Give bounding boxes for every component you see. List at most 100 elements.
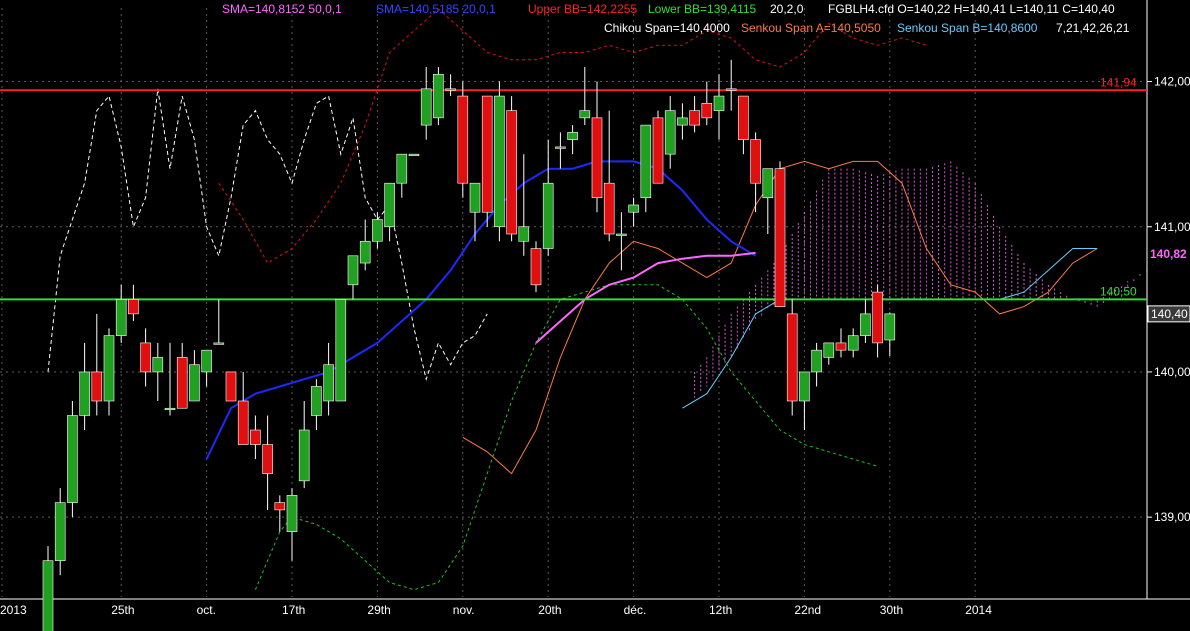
candle-body: [542, 182, 554, 249]
candle-body: [140, 342, 151, 373]
chart-window: 141,94 140,50 142,00 141,00 140,00 139,00 140…: [0, 0, 1190, 631]
ohlc-legend: FGBLH4.cfd O=140,22 H=140,41 L=140,11 C=…: [828, 2, 1115, 16]
x-tick-label: 30th: [880, 603, 903, 617]
candle-body: [201, 349, 212, 373]
x-tick-label: 22nd: [794, 603, 821, 617]
sma20-legend: SMA=140,5185 20,0,1: [376, 2, 496, 16]
candle-body: [823, 342, 835, 358]
candle-body: [286, 495, 298, 532]
sma50-price-label: 140,82: [1150, 247, 1187, 261]
candle-body: [689, 110, 700, 126]
x-tick-label: nov.: [453, 603, 475, 617]
level-label: 140,50: [1100, 284, 1137, 298]
candle-body: [469, 182, 481, 213]
candle-body: [579, 110, 591, 119]
candle-body: [54, 502, 66, 562]
sma50-legend: SMA=140,8152 50,0,1: [222, 2, 342, 16]
candle-body: [664, 110, 676, 155]
level-label: 141,94: [1100, 75, 1137, 89]
candlestick-chart: 141,94 140,50 142,00 141,00 140,00 139,00 140…: [0, 0, 1190, 631]
candle-body: [811, 349, 822, 373]
candle-body: [396, 153, 408, 184]
candle-body: [884, 313, 896, 341]
candle-body: [530, 248, 542, 286]
x-tick-label: 2014: [965, 603, 992, 617]
candle-body: [518, 226, 530, 242]
candle-body: [164, 407, 176, 411]
candle-body: [128, 299, 139, 315]
x-tick-label: 2013: [0, 603, 27, 617]
candle-body: [335, 299, 347, 402]
candle-body: [847, 335, 859, 351]
candle-body: [42, 560, 54, 631]
candle-body: [359, 240, 371, 264]
candle-body: [494, 95, 505, 228]
x-tick-label: 25th: [111, 603, 134, 617]
candle-body: [738, 95, 749, 140]
candle-body: [213, 342, 225, 345]
candle-body: [860, 313, 871, 336]
candle-body: [103, 335, 115, 402]
ichimoku-params-legend: 7,21,42,26,21: [1056, 21, 1130, 35]
y-tick-label: 142,00: [1154, 75, 1190, 89]
candle-body: [311, 386, 322, 416]
y-tick-label: 140,00: [1154, 365, 1190, 379]
candle-body: [701, 103, 713, 119]
candle-body: [445, 88, 456, 91]
candle-body: [152, 357, 164, 373]
candle-body: [628, 204, 639, 213]
last-price-label: 140,40: [1151, 307, 1188, 321]
candle-body: [115, 299, 127, 336]
x-tick-label: 20th: [538, 603, 561, 617]
candle-body: [408, 153, 420, 156]
chikou-legend: Chikou Span=140,4000: [604, 21, 730, 35]
candle-body: [372, 219, 383, 242]
bb-params-legend: 20,2,0: [770, 2, 804, 16]
candle-body: [677, 117, 688, 126]
x-tick-label: déc.: [624, 603, 647, 617]
y-tick-label: 141,00: [1154, 220, 1190, 234]
candle-body: [786, 313, 798, 402]
x-tick-label: oct.: [197, 603, 216, 617]
candle-body: [603, 182, 615, 235]
x-tick-label: 12th: [709, 603, 732, 617]
candle-body: [274, 502, 286, 511]
candle-body: [225, 371, 237, 402]
candle-body: [420, 88, 432, 126]
candle-body: [347, 255, 359, 286]
candle-body: [91, 371, 103, 402]
candle-body: [189, 364, 200, 402]
candle-body: [555, 146, 566, 149]
lower-bb-legend: Lower BB=139,4115: [648, 2, 757, 16]
candle-body: [250, 429, 261, 445]
candle-body: [750, 139, 761, 184]
candle-body: [506, 110, 517, 235]
candle-body: [67, 415, 78, 503]
y-tick-label: 139,00: [1154, 510, 1190, 524]
candle-body: [640, 124, 652, 199]
candle-body: [79, 371, 90, 416]
candle-body: [323, 364, 334, 402]
candle-body: [433, 73, 444, 119]
candle-body: [713, 95, 725, 111]
candle-body: [567, 132, 578, 140]
upper-bb-legend: Upper BB=142,2255: [528, 2, 637, 16]
senkou-a-legend: Senkou Span A=140,5050: [741, 21, 881, 35]
candle-body: [237, 400, 249, 445]
x-tick-label: 17th: [282, 603, 305, 617]
candle-body: [384, 182, 395, 228]
candle-body: [616, 233, 627, 236]
candle-body: [481, 95, 493, 213]
candle-body: [176, 357, 188, 409]
candle-body: [652, 117, 664, 184]
candle-body: [262, 444, 273, 474]
candle-body: [872, 291, 883, 344]
candle-body: [799, 371, 810, 402]
candle-body: [762, 168, 774, 199]
candle-body: [774, 168, 786, 307]
senkou-b-legend: Senkou Span B=140,8600: [897, 21, 1038, 35]
chart-background: [0, 0, 1190, 631]
candle-body: [457, 95, 469, 184]
candle-body: [835, 342, 847, 351]
candle-body: [591, 117, 603, 199]
